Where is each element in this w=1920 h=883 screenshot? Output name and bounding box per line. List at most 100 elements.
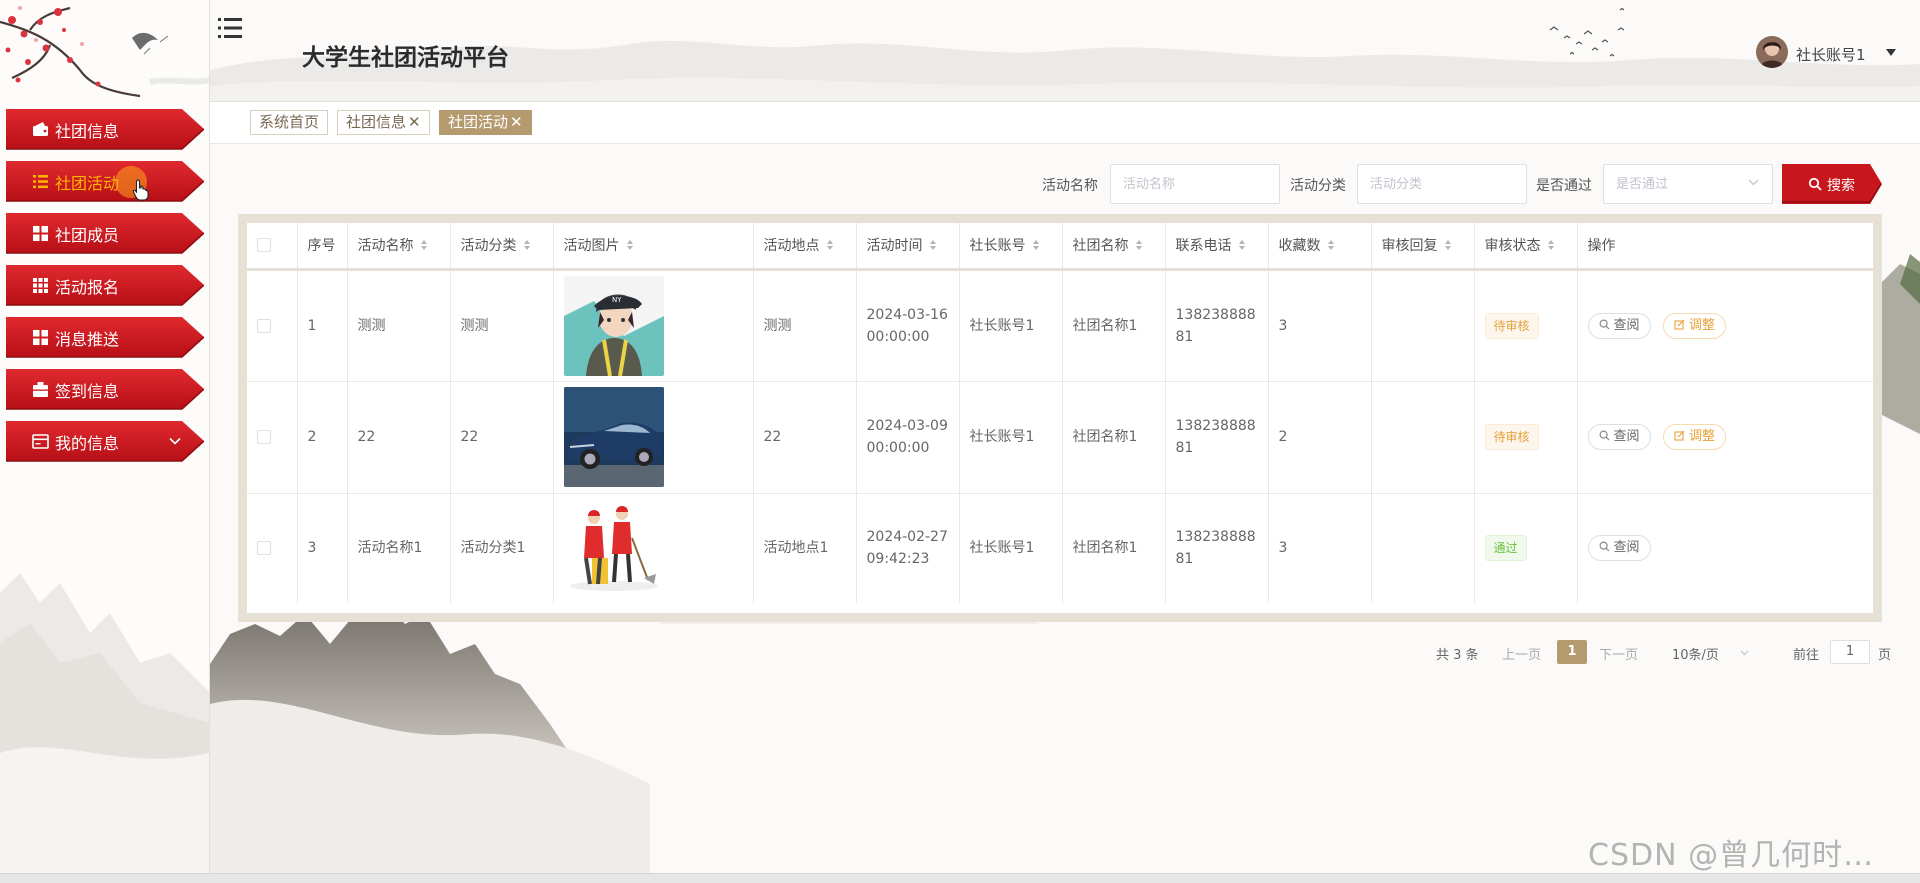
row-select-cell [247, 493, 298, 603]
phone-cell: 138238888 81 [1165, 381, 1269, 494]
tab-club-activities[interactable]: 社团活动 ✕ [439, 110, 532, 135]
location-cell: 22 [753, 381, 857, 494]
search-button[interactable]: 搜索 [1782, 164, 1882, 204]
sidebar-item-label: 社团信息 [55, 122, 120, 141]
view-button-label: 查阅 [1613, 540, 1640, 556]
page-number-1[interactable]: 1 [1557, 640, 1587, 664]
time-clock: 09:42:23 [866, 551, 930, 568]
prev-page-button[interactable]: 上一页 [1502, 644, 1541, 663]
time-date: 2024-03-09 [866, 418, 948, 434]
column-title: 审核回复 [1381, 238, 1438, 255]
activity-name-input[interactable] [1110, 164, 1280, 204]
sidebar-item-activity-signup[interactable]: 活动报名 [6, 263, 204, 307]
table-row: 1 测测 测测 NY 测测 2024-03-16 00:00:00 社长账号1 … [247, 269, 1873, 382]
edit-button[interactable]: 调整 [1662, 424, 1726, 450]
sort-icon[interactable] [523, 239, 531, 251]
tab-label: 社团活动 [448, 113, 509, 131]
sidebar-item-club-members[interactable]: 社团成员 [6, 211, 204, 255]
menu-toggle-icon[interactable] [215, 15, 245, 41]
sort-icon[interactable] [626, 239, 634, 251]
volunteers-cleaning-image[interactable] [563, 498, 664, 599]
phone-cell: 138238888 81 [1165, 493, 1269, 603]
view-button[interactable]: 查阅 [1587, 424, 1651, 450]
select-all-checkbox[interactable] [257, 238, 271, 253]
next-page-button[interactable]: 下一页 [1599, 644, 1638, 663]
status-badge: 待审核 [1484, 312, 1539, 339]
sort-icon[interactable] [420, 239, 428, 251]
phone-line-1: 138238888 [1175, 529, 1256, 546]
tab-home[interactable]: 系统首页 [250, 110, 329, 135]
column-header[interactable]: 审核回复 [1371, 223, 1475, 271]
tab-club-info[interactable]: 社团信息 ✕ [337, 110, 430, 135]
club-name-cell: 社团名称1 [1062, 381, 1166, 494]
column-header[interactable]: 联系电话 [1165, 223, 1269, 271]
edit-button-label: 调整 [1688, 429, 1715, 444]
column-header[interactable]: 收藏数 [1268, 223, 1372, 271]
goto-page-input[interactable]: 1 [1830, 640, 1870, 664]
sidebar: 社团信息 社团活动 社团成员 活动报名 消息推送 签到信息 我的信息 [0, 0, 210, 873]
sidebar-item-checkin-info[interactable]: 签到信息 [6, 367, 204, 411]
activity-name-cell: 测测 [347, 269, 451, 382]
sort-icon[interactable] [1547, 239, 1555, 251]
activities-table-frame: 序号 活动名称 活动分类 活动图片 活动地点 活动时间 社长账号 社团名称 联系… [238, 214, 1882, 622]
column-header[interactable]: 活动名称 [347, 223, 451, 271]
mountain-decoration [0, 573, 209, 873]
row-checkbox[interactable] [257, 541, 271, 556]
location-cell: 测测 [753, 269, 857, 382]
edit-icon [1674, 430, 1685, 441]
column-header[interactable]: 社团名称 [1062, 223, 1166, 271]
column-header[interactable]: 审核状态 [1474, 223, 1578, 271]
activities-table: 序号 活动名称 活动分类 活动图片 活动地点 活动时间 社长账号 社团名称 联系… [247, 223, 1873, 613]
sort-icon[interactable] [826, 239, 834, 251]
column-header[interactable]: 活动时间 [856, 223, 960, 271]
activity-category-input[interactable] [1357, 164, 1527, 204]
sort-icon[interactable] [929, 239, 937, 251]
sidebar-item-club-info[interactable]: 社团信息 [6, 107, 204, 151]
column-title: 社长账号 [969, 238, 1026, 255]
svg-text:NY: NY [612, 296, 622, 304]
activity-category-cell: 测测 [450, 269, 554, 382]
hand-cursor-icon [132, 179, 149, 201]
view-button[interactable]: 查阅 [1587, 312, 1651, 339]
blue-sedan-car-image[interactable] [563, 387, 664, 487]
goto-label: 前往 [1793, 648, 1820, 663]
sort-icon[interactable] [1135, 239, 1143, 251]
time-clock: 00:00:00 [866, 440, 930, 456]
sidebar-item-label: 签到信息 [55, 382, 120, 401]
sort-icon[interactable] [1238, 239, 1246, 251]
close-icon[interactable]: ✕ [510, 113, 523, 131]
row-checkbox[interactable] [257, 318, 271, 333]
column-header[interactable]: 社长账号 [959, 223, 1063, 271]
column-header[interactable]: 活动分类 [450, 223, 554, 271]
apps-icon [33, 278, 48, 293]
sidebar-item-message-push[interactable]: 消息推送 [6, 315, 204, 359]
activity-name-cell: 活动名称1 [347, 493, 451, 603]
sort-icon[interactable] [1032, 239, 1040, 251]
column-header[interactable]: 活动地点 [753, 223, 857, 271]
sidebar-item-label: 社团活动 [55, 174, 120, 193]
time-date: 2024-03-16 [866, 306, 948, 323]
index-cell: 3 [297, 493, 348, 603]
favorites-cell: 2 [1268, 381, 1372, 494]
sort-icon[interactable] [1444, 239, 1452, 251]
plum-blossom-decoration [0, 6, 209, 98]
index-cell: 1 [297, 269, 348, 382]
sidebar-item-my-info[interactable]: 我的信息 [6, 419, 204, 463]
view-button[interactable]: 查阅 [1587, 535, 1651, 562]
sidebar-item-club-activities[interactable]: 社团活动 [6, 159, 204, 203]
actions-cell: 查阅 调整 [1577, 269, 1873, 382]
review-status-cell: 待审核 [1474, 381, 1578, 494]
column-title: 审核状态 [1484, 238, 1541, 255]
sort-icon[interactable] [1327, 239, 1335, 251]
view-button-label: 查阅 [1613, 317, 1640, 333]
column-header[interactable]: 活动图片 [553, 223, 754, 271]
cartoon-boy-cap-image[interactable]: NY [563, 275, 664, 376]
time-cell: 2024-02-27 09:42:23 [856, 493, 960, 603]
row-checkbox[interactable] [257, 430, 271, 444]
page-size-select[interactable]: 10条/页 [1672, 644, 1719, 663]
edit-button[interactable]: 调整 [1662, 312, 1726, 339]
activity-category-label: 活动分类 [1290, 178, 1346, 194]
row-select-cell [247, 269, 298, 382]
activity-category-cell: 22 [450, 381, 554, 494]
close-icon[interactable]: ✕ [408, 113, 421, 131]
